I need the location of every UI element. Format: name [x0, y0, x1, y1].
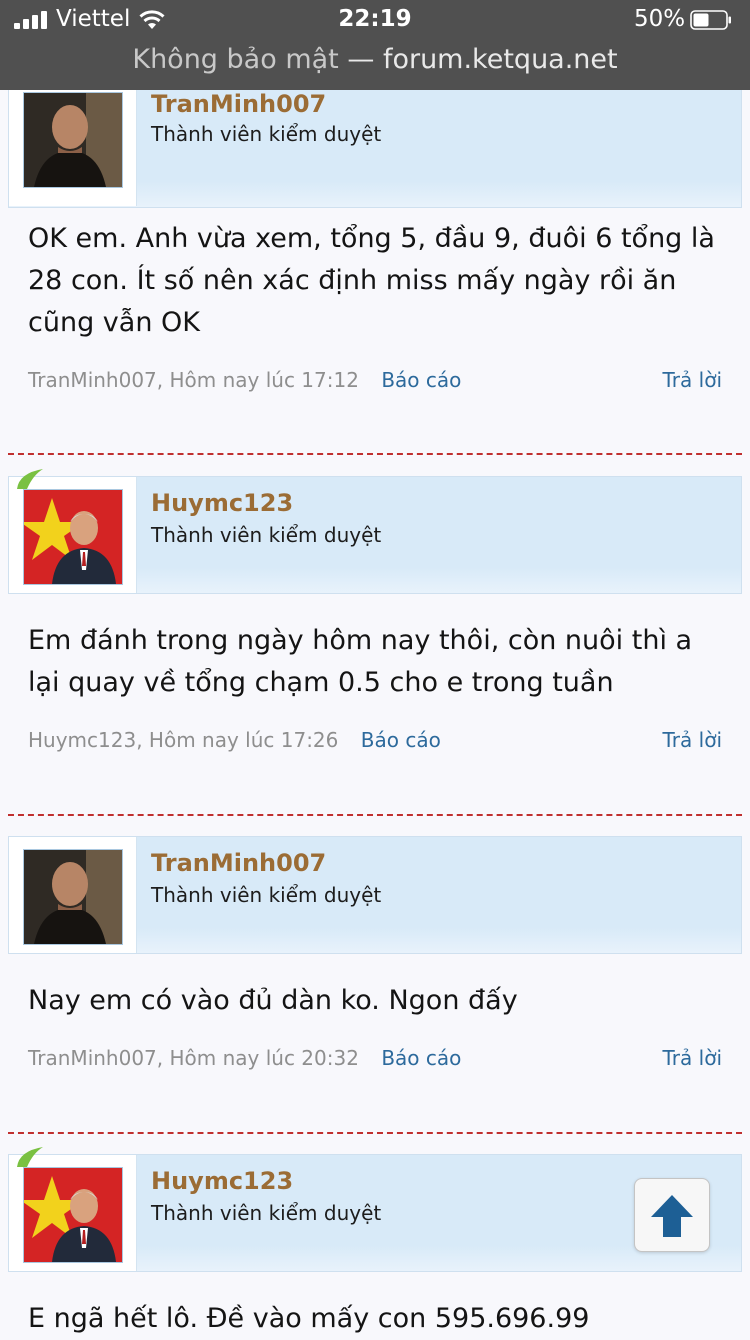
avatar[interactable] — [23, 1167, 123, 1263]
status-bar: Viettel 22:19 50% — [0, 0, 750, 40]
site-domain: forum.ketqua.net — [382, 44, 618, 75]
address-bar[interactable]: Không bảo mật — forum.ketqua.net — [0, 40, 750, 84]
post-meta-text: TranMinh007, Hôm nay lúc 17:12 — [28, 368, 359, 392]
online-badge-icon — [17, 1147, 43, 1167]
reply-link[interactable]: Trả lời — [663, 368, 722, 392]
post-meta: TranMinh007, Hôm nay lúc 20:32 Báo cáo — [28, 1046, 461, 1070]
scroll-to-top-button[interactable] — [634, 1178, 710, 1252]
reply-link[interactable]: Trả lời — [663, 1046, 722, 1070]
avatar-frame — [9, 477, 137, 593]
post-user-title: Thành viên kiểm duyệt — [151, 523, 382, 547]
flag-coach-avatar — [24, 1168, 122, 1262]
avatar[interactable] — [23, 849, 123, 945]
post-message: Nay em có vào đủ dàn ko. Ngon đấy — [28, 985, 518, 1016]
flag-coach-avatar — [24, 490, 122, 584]
report-link[interactable]: Báo cáo — [381, 1046, 461, 1070]
avatar[interactable] — [23, 92, 123, 188]
post-username[interactable]: Huymc123 — [151, 489, 293, 517]
battery-icon — [690, 10, 731, 30]
post-author-header: Huymc123 Thành viên kiểm duyệt — [8, 1147, 742, 1272]
arrow-up-icon — [651, 1195, 693, 1237]
post-meta: TranMinh007, Hôm nay lúc 17:12 Báo cáo — [28, 368, 461, 392]
man-portrait-avatar — [24, 93, 122, 187]
security-label: Không bảo mật — [132, 44, 339, 75]
post-meta-text: TranMinh007, Hôm nay lúc 20:32 — [28, 1046, 359, 1070]
avatar-frame — [9, 1155, 137, 1271]
post-user-title: Thành viên kiểm duyệt — [151, 122, 382, 146]
post-username[interactable]: TranMinh007 — [151, 90, 326, 118]
post-divider — [8, 453, 742, 455]
report-link[interactable]: Báo cáo — [361, 728, 441, 752]
avatar-frame — [9, 837, 137, 953]
post-user-title: Thành viên kiểm duyệt — [151, 1201, 382, 1225]
post-divider — [8, 814, 742, 816]
post-username[interactable]: TranMinh007 — [151, 849, 326, 877]
avatar-frame — [9, 90, 137, 206]
address-separator: — — [347, 44, 375, 75]
post-meta-text: Huymc123, Hôm nay lúc 17:26 — [28, 728, 339, 752]
post-message: OK em. Anh vừa xem, tổng 5, đầu 9, đuôi … — [28, 223, 715, 338]
post-author-header: TranMinh007 Thành viên kiểm duyệt — [8, 90, 742, 208]
post-username[interactable]: Huymc123 — [151, 1167, 293, 1195]
battery-percent: 50% — [634, 6, 686, 32]
post-author-header: Huymc123 Thành viên kiểm duyệt — [8, 469, 742, 594]
post-user-title: Thành viên kiểm duyệt — [151, 883, 382, 907]
browser-top-bar: Viettel 22:19 50% Không bảo mật — forum.… — [0, 0, 750, 90]
post-meta: Huymc123, Hôm nay lúc 17:26 Báo cáo — [28, 728, 441, 752]
report-link[interactable]: Báo cáo — [381, 368, 461, 392]
online-badge-icon — [17, 469, 43, 489]
avatar[interactable] — [23, 489, 123, 585]
post-message: Em đánh trong ngày hôm nay thôi, còn nuô… — [28, 625, 693, 698]
man-portrait-avatar — [24, 850, 122, 944]
post-author-header: TranMinh007 Thành viên kiểm duyệt — [8, 836, 742, 954]
reply-link[interactable]: Trả lời — [663, 728, 722, 752]
post-divider — [8, 1132, 742, 1134]
